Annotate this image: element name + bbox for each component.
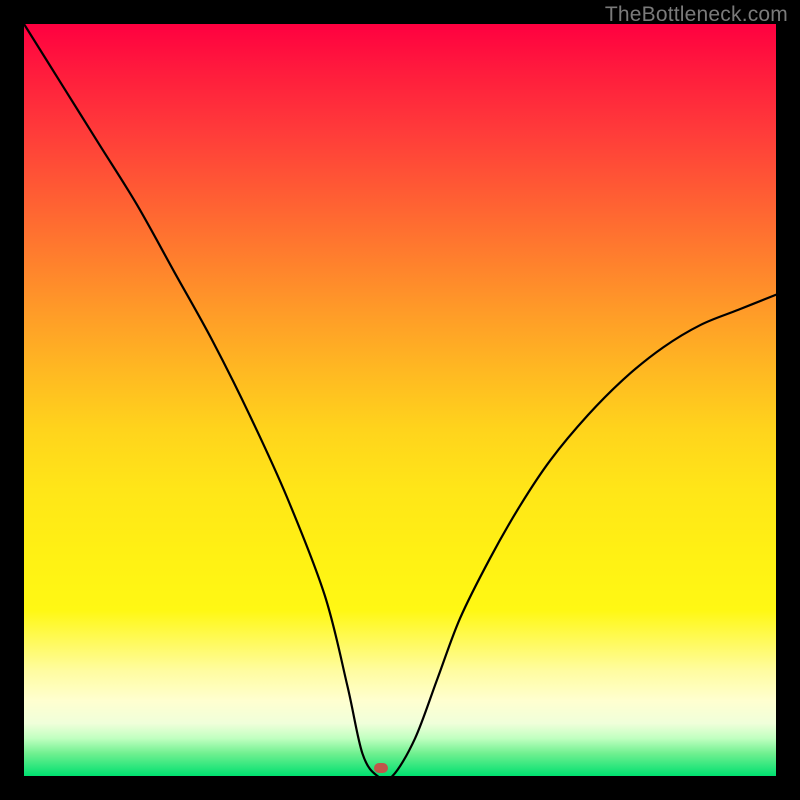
optimal-point-marker <box>374 763 388 773</box>
chart-frame: TheBottleneck.com <box>0 0 800 800</box>
plot-area <box>24 24 776 776</box>
curve-path <box>24 24 776 776</box>
bottleneck-curve <box>24 24 776 776</box>
